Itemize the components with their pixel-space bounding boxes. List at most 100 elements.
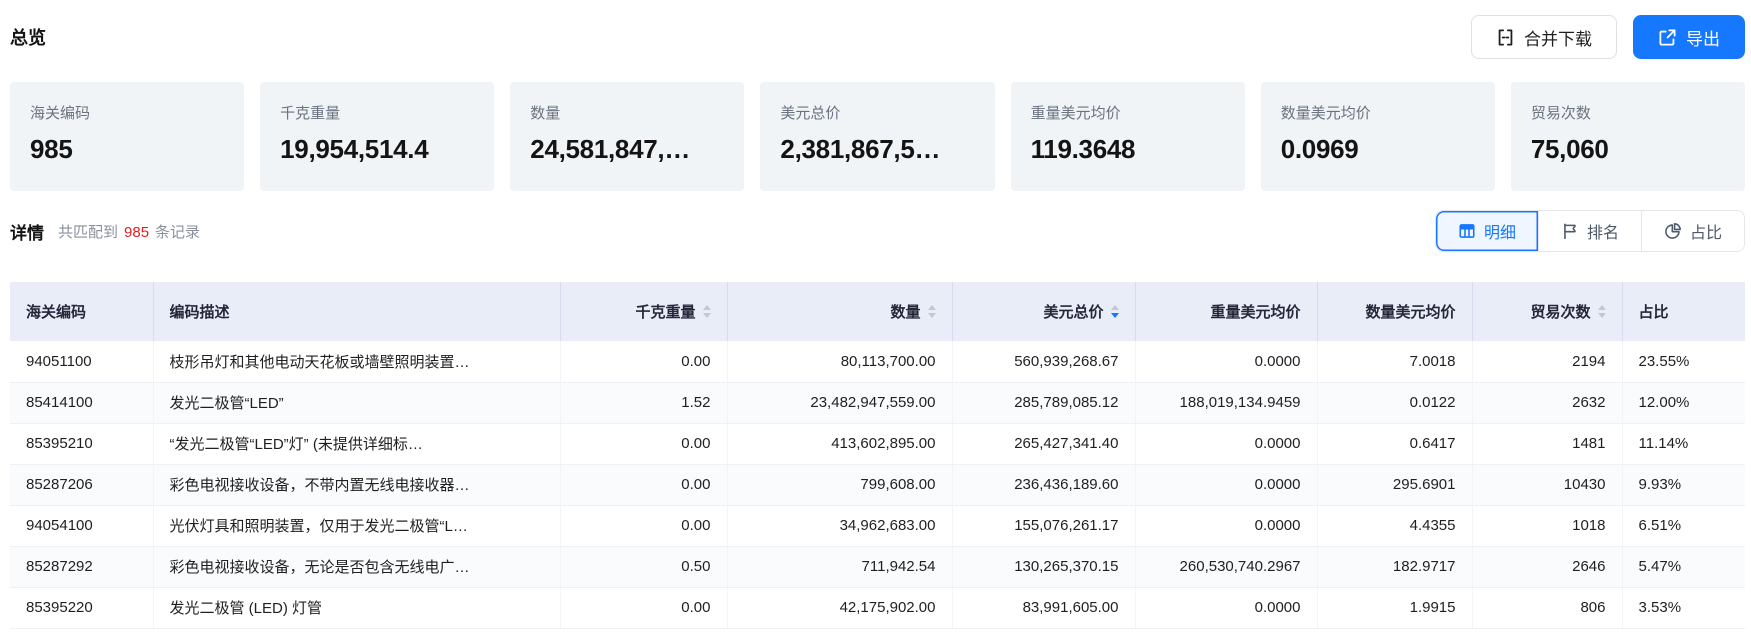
table-row: 85287206彩色电视接收设备，不带内置无线电接收器…0.00799,608.… <box>10 464 1745 505</box>
cell-美元总价: 155,076,261.17 <box>952 505 1135 546</box>
table-row: 85287292彩色电视接收设备，无论是否包含无线电广…0.50711,942.… <box>10 546 1745 587</box>
tab-detail-label: 明细 <box>1484 219 1516 243</box>
table-icon <box>1458 222 1476 240</box>
stat-value: 0.0969 <box>1281 134 1475 165</box>
column-header[interactable]: 千克重量 <box>560 282 727 341</box>
records-table: 海关编码编码描述千克重量数量美元总价重量美元均价数量美元均价贸易次数占比 940… <box>10 282 1745 629</box>
cell-数量: 413,602,895.00 <box>727 423 952 464</box>
column-header[interactable]: 美元总价 <box>952 282 1135 341</box>
cell-编码描述: 发光二极管 (LED) 灯管 <box>153 587 560 628</box>
cell-数量美元均价: 182.9717 <box>1317 546 1472 587</box>
table-body: 94051100枝形吊灯和其他电动天花板或墙壁照明装置…0.0080,113,7… <box>10 341 1745 628</box>
column-header-label: 千克重量 <box>635 301 695 322</box>
cell-数量: 42,175,902.00 <box>727 587 952 628</box>
toolbar: 合并下载 导出 <box>1471 15 1745 59</box>
column-header: 数量美元均价 <box>1317 282 1472 341</box>
cell-编码描述: 枝形吊灯和其他电动天花板或墙壁照明装置… <box>153 341 560 382</box>
stat-card: 美元总价2,381,867,5… <box>760 82 994 191</box>
stat-value: 119.3648 <box>1031 134 1225 165</box>
match-text: 共匹配到 985 条记录 <box>58 221 200 242</box>
cell-占比: 11.14% <box>1622 423 1745 464</box>
stat-card: 海关编码985 <box>10 82 244 191</box>
cell-数量美元均价: 7.0018 <box>1317 341 1472 382</box>
stat-label: 数量 <box>530 102 724 123</box>
cell-重量美元均价: 188,019,134.9459 <box>1135 382 1317 423</box>
cell-海关编码: 94051100 <box>10 341 153 382</box>
sort-carets-icon <box>1598 305 1606 318</box>
sort-carets-icon <box>928 305 936 318</box>
match-count: 985 <box>124 224 149 241</box>
cell-海关编码: 85287206 <box>10 464 153 505</box>
stat-card: 重量美元均价119.3648 <box>1011 82 1245 191</box>
cell-编码描述: “发光二极管“LED”灯” (未提供详细标… <box>153 423 560 464</box>
merge-download-label: 合并下载 <box>1524 25 1592 50</box>
cell-数量美元均价: 295.6901 <box>1317 464 1472 505</box>
table-row: 85395220发光二极管 (LED) 灯管0.0042,175,902.008… <box>10 587 1745 628</box>
details-title: 详情 <box>10 219 44 244</box>
cell-贸易次数: 1018 <box>1472 505 1622 546</box>
cell-重量美元均价: 0.0000 <box>1135 423 1317 464</box>
cell-编码描述: 光伏灯具和照明装置，仅用于发光二极管“L… <box>153 505 560 546</box>
stat-value: 24,581,847,… <box>530 134 724 165</box>
export-button[interactable]: 导出 <box>1633 15 1745 59</box>
match-prefix: 共匹配到 <box>58 224 118 241</box>
cell-占比: 5.47% <box>1622 546 1745 587</box>
cell-数量: 80,113,700.00 <box>727 341 952 382</box>
sort-carets-icon <box>703 305 711 318</box>
details-row: 详情 共匹配到 985 条记录 明细 <box>10 210 1745 252</box>
sort-carets-icon <box>1111 305 1119 318</box>
table-row: 94054100光伏灯具和照明装置，仅用于发光二极管“L…0.0034,962,… <box>10 505 1745 546</box>
stat-card: 数量 24,581,847,… <box>510 82 744 191</box>
tab-rank[interactable]: 排名 <box>1538 211 1641 251</box>
column-header-label: 数量 <box>890 301 920 322</box>
cell-数量美元均价: 0.6417 <box>1317 423 1472 464</box>
column-header-label: 占比 <box>1639 301 1669 322</box>
stat-card: 数量美元均价 0.0969 <box>1261 82 1495 191</box>
stat-label: 千克重量 <box>280 102 474 123</box>
cell-占比: 3.53% <box>1622 587 1745 628</box>
cell-美元总价: 83,991,605.00 <box>952 587 1135 628</box>
stat-label: 海关编码 <box>30 102 224 123</box>
page: 总览 合并下载 导出 海关编码985千克重 <box>0 14 1751 629</box>
cell-美元总价: 130,265,370.15 <box>952 546 1135 587</box>
cell-数量: 711,942.54 <box>727 546 952 587</box>
cell-美元总价: 236,436,189.60 <box>952 464 1135 505</box>
cell-数量: 799,608.00 <box>727 464 952 505</box>
cell-数量美元均价: 1.9915 <box>1317 587 1472 628</box>
stat-label: 数量美元均价 <box>1281 102 1475 123</box>
tab-proportion[interactable]: 占比 <box>1641 211 1744 251</box>
stat-value: 19,954,514.4 <box>280 134 474 165</box>
cell-重量美元均价: 0.0000 <box>1135 341 1317 382</box>
cell-占比: 6.51% <box>1622 505 1745 546</box>
cell-数量: 34,962,683.00 <box>727 505 952 546</box>
column-header[interactable]: 贸易次数 <box>1472 282 1622 341</box>
cell-海关编码: 94054100 <box>10 505 153 546</box>
cell-重量美元均价: 0.0000 <box>1135 505 1317 546</box>
column-header-label: 贸易次数 <box>1530 301 1590 322</box>
export-icon <box>1658 28 1677 47</box>
cell-海关编码: 85395220 <box>10 587 153 628</box>
cell-编码描述: 发光二极管“LED” <box>153 382 560 423</box>
table-row: 85414100发光二极管“LED”1.5223,482,947,559.002… <box>10 382 1745 423</box>
column-header-label: 重量美元均价 <box>1210 301 1300 322</box>
cell-千克重量: 0.50 <box>560 546 727 587</box>
cell-千克重量: 0.00 <box>560 341 727 382</box>
table-row: 94051100枝形吊灯和其他电动天花板或墙壁照明装置…0.0080,113,7… <box>10 341 1745 382</box>
cell-占比: 9.93% <box>1622 464 1745 505</box>
cell-数量: 23,482,947,559.00 <box>727 382 952 423</box>
match-suffix: 条记录 <box>155 224 200 241</box>
view-switcher: 明细 排名 占比 <box>1435 210 1745 252</box>
records-table-wrap: 海关编码编码描述千克重量数量美元总价重量美元均价数量美元均价贸易次数占比 940… <box>10 282 1745 629</box>
column-header: 重量美元均价 <box>1135 282 1317 341</box>
column-header: 占比 <box>1622 282 1745 341</box>
column-header[interactable]: 数量 <box>727 282 952 341</box>
rank-icon <box>1561 222 1579 240</box>
cell-贸易次数: 1481 <box>1472 423 1622 464</box>
top-row: 总览 合并下载 导出 <box>10 14 1745 60</box>
cell-数量美元均价: 4.4355 <box>1317 505 1472 546</box>
tab-detail[interactable]: 明细 <box>1436 211 1538 251</box>
merge-download-button[interactable]: 合并下载 <box>1471 15 1617 59</box>
stats-row: 海关编码985 千克重量 19,954,514.4 数量 24,581,847,… 美元总… <box>10 82 1745 191</box>
cell-海关编码: 85395210 <box>10 423 153 464</box>
details-left: 详情 共匹配到 985 条记录 <box>10 219 200 244</box>
